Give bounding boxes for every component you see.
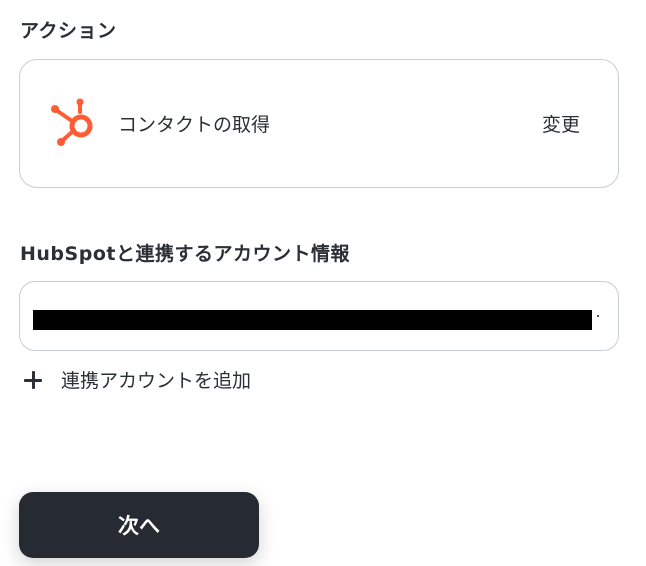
next-button[interactable]: 次へ bbox=[19, 492, 259, 558]
hubspot-logo-icon bbox=[51, 98, 93, 146]
action-card: コンタクトの取得 変更 bbox=[19, 59, 619, 188]
redacted-account-value bbox=[33, 310, 592, 330]
redacted-mark bbox=[597, 315, 599, 317]
add-account-label: 連携アカウントを追加 bbox=[61, 370, 252, 392]
account-section-label: HubSpotと連携するアカウント情報 bbox=[20, 243, 350, 265]
plus-icon bbox=[22, 369, 44, 391]
page: アクション コンタクトの取得 変更 HubSpotと連携するアカウント情報 連携… bbox=[0, 0, 646, 566]
account-select[interactable] bbox=[19, 281, 619, 351]
change-button[interactable]: 変更 bbox=[542, 110, 580, 137]
action-name: コンタクトの取得 bbox=[118, 114, 271, 136]
add-account-button[interactable]: 連携アカウントを追加 bbox=[22, 366, 251, 393]
action-section-label: アクション bbox=[20, 20, 117, 42]
